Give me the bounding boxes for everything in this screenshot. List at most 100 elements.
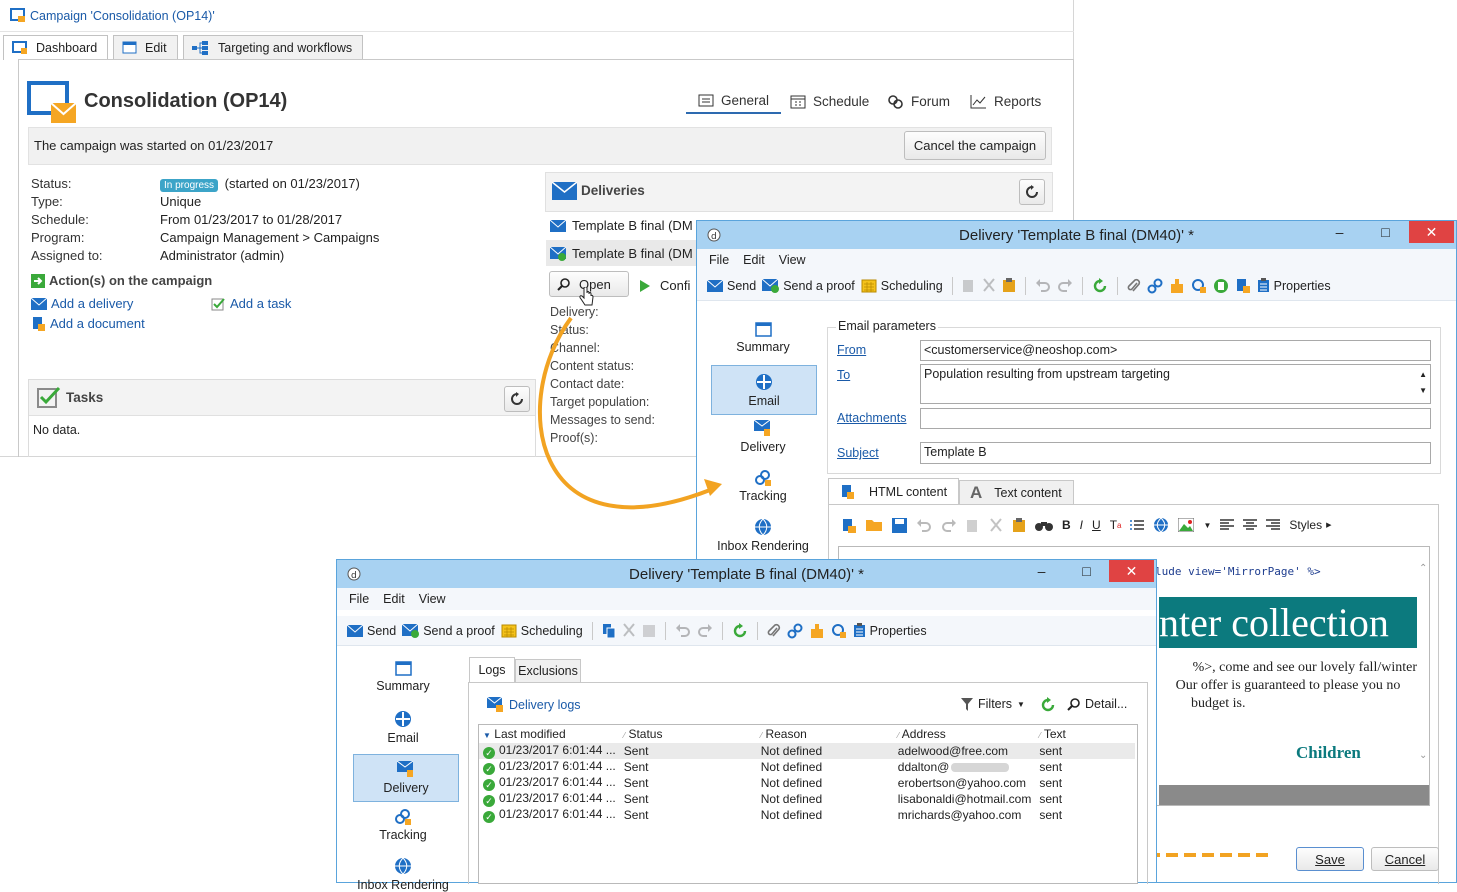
side-email[interactable]: Email (350, 710, 456, 745)
side-tracking[interactable]: Tracking (350, 808, 456, 842)
paste-icon[interactable] (962, 278, 976, 293)
from-field[interactable]: <customerservice@neoshop.com> (920, 340, 1431, 361)
copy-icon[interactable] (966, 518, 980, 533)
insert-icon[interactable] (842, 518, 857, 533)
add-document-link[interactable]: Add a document (31, 316, 145, 331)
menu-file[interactable]: File (349, 592, 369, 606)
approval-icon[interactable] (1213, 278, 1229, 294)
editor-scroll-down-icon[interactable]: ⌄ (1419, 750, 1427, 761)
editor-scroll-up-icon[interactable]: ⌃ (1419, 563, 1427, 574)
clipboard-icon[interactable] (1002, 278, 1016, 293)
add-delivery-link[interactable]: Add a delivery (31, 296, 133, 311)
side-delivery[interactable]: Delivery (353, 754, 459, 802)
clipboard-icon[interactable] (1012, 517, 1026, 533)
confirm-delivery-button[interactable]: Confi (640, 278, 690, 293)
folder-icon[interactable] (866, 518, 883, 532)
align-left-icon[interactable] (1220, 519, 1235, 531)
delivery-list-item[interactable]: Template B final (DM (550, 218, 693, 233)
add-task-link[interactable]: Add a task (211, 296, 291, 311)
tab-html-content[interactable]: HTML content (828, 478, 959, 504)
align-right-icon[interactable] (1266, 519, 1281, 531)
nav-general[interactable]: General (686, 88, 781, 114)
personalization-icon[interactable] (1169, 278, 1185, 294)
image-icon[interactable] (1178, 518, 1195, 532)
maximize-button[interactable]: □ (1064, 560, 1109, 582)
menu-file[interactable]: File (709, 253, 729, 267)
cut-icon[interactable] (989, 517, 1003, 533)
underline-icon[interactable]: U (1092, 518, 1101, 532)
maximize-button[interactable]: □ (1363, 221, 1408, 243)
table-row[interactable]: ✓ 01/23/2017 6:01:44 ... Sent Not defined… (479, 743, 1136, 759)
toolbar-send[interactable]: Send (707, 279, 756, 293)
program-link[interactable]: Campaign Management > Campaigns (160, 230, 379, 245)
minimize-button[interactable]: – (1019, 560, 1064, 582)
side-email[interactable]: Email (711, 365, 817, 415)
side-tracking[interactable]: Tracking (710, 469, 816, 503)
toolbar-send[interactable]: Send (347, 624, 396, 638)
minimize-button[interactable]: – (1317, 221, 1362, 243)
side-delivery[interactable]: Delivery (710, 420, 816, 454)
toolbar-send-proof[interactable]: Send a proof (402, 623, 495, 638)
attachments-field[interactable] (920, 408, 1431, 429)
attachment-icon[interactable] (1127, 278, 1141, 294)
offer-icon[interactable] (831, 623, 847, 639)
nav-reports[interactable]: Reports (970, 88, 1041, 114)
toolbar-properties[interactable]: Properties (853, 623, 927, 638)
table-row[interactable]: ✓ 01/23/2017 6:01:44 ... Sent Not defined… (479, 791, 1135, 807)
personalization-icon[interactable] (809, 623, 825, 639)
nav-schedule[interactable]: Schedule (790, 88, 869, 114)
to-field[interactable]: Population resulting from upstream targe… (920, 364, 1431, 404)
link-icon[interactable] (1147, 278, 1163, 294)
filters-dropdown[interactable]: Filters ▼ (961, 697, 1025, 711)
text-color-icon[interactable]: Ta (1110, 518, 1122, 532)
toolbar-properties[interactable]: Properties (1257, 278, 1331, 293)
export-icon[interactable] (1235, 278, 1251, 294)
copy-icon[interactable] (602, 623, 616, 638)
tab-logs[interactable]: Logs (469, 657, 515, 682)
tab-text-content[interactable]: A Text content (959, 480, 1074, 504)
side-inbox-rendering[interactable]: Inbox Rendering (350, 857, 456, 892)
menu-view[interactable]: View (419, 592, 446, 606)
tab-targeting[interactable]: Targeting and workflows (183, 35, 364, 59)
redo-icon[interactable] (941, 518, 957, 532)
clipboard-icon[interactable] (642, 623, 656, 638)
cancel-button[interactable]: Cancel (1371, 847, 1439, 871)
cancel-campaign-button[interactable]: Cancel the campaign (904, 131, 1046, 160)
toolbar-send-proof[interactable]: Send a proof (762, 278, 855, 293)
delivery-list-item[interactable]: Template B final (DM (550, 246, 693, 261)
link-icon[interactable] (787, 623, 803, 639)
refresh-icon[interactable] (732, 622, 748, 639)
attachment-icon[interactable] (767, 623, 781, 639)
deliveries-refresh-button[interactable] (1019, 179, 1045, 205)
subject-label[interactable]: Subject (837, 446, 879, 460)
side-summary[interactable]: Summary (710, 322, 816, 354)
refresh-icon[interactable] (1092, 277, 1108, 294)
logs-refresh-icon[interactable] (1040, 697, 1056, 716)
nav-forum[interactable]: Forum (887, 88, 950, 114)
offer-icon[interactable] (1191, 278, 1207, 294)
detail-button[interactable]: Detail... (1067, 697, 1127, 711)
undo-icon[interactable] (675, 624, 691, 637)
undo-icon[interactable] (916, 518, 932, 532)
undo-icon[interactable] (1035, 279, 1051, 292)
table-row[interactable]: ✓ 01/23/2017 6:01:44 ... Sent Not defined… (479, 759, 1135, 775)
menu-edit[interactable]: Edit (743, 253, 765, 267)
table-row[interactable]: ✓ 01/23/2017 6:01:44 ... Sent Not defined… (479, 775, 1135, 791)
to-label[interactable]: To (837, 368, 850, 382)
dropdown-caret-icon[interactable]: ▼ (1203, 521, 1211, 530)
tasks-refresh-button[interactable] (504, 386, 530, 412)
menu-edit[interactable]: Edit (383, 592, 405, 606)
side-summary[interactable]: Summary (350, 661, 456, 693)
tab-edit[interactable]: Edit (113, 35, 178, 59)
web-link-icon[interactable] (1153, 517, 1169, 533)
close-button[interactable]: ✕ (1409, 221, 1454, 243)
italic-icon[interactable]: I (1080, 518, 1083, 532)
menu-view[interactable]: View (779, 253, 806, 267)
column-header-status[interactable]: ⁄ Status (620, 725, 757, 743)
side-inbox-rendering[interactable]: Inbox Rendering (710, 518, 816, 553)
table-row[interactable]: ✓ 01/23/2017 6:01:44 ... Sent Not defined… (479, 807, 1135, 823)
cut-icon[interactable] (982, 278, 996, 293)
cut-icon[interactable] (622, 623, 636, 638)
toolbar-scheduling[interactable]: Scheduling (501, 623, 583, 638)
bold-icon[interactable]: B (1062, 518, 1071, 532)
